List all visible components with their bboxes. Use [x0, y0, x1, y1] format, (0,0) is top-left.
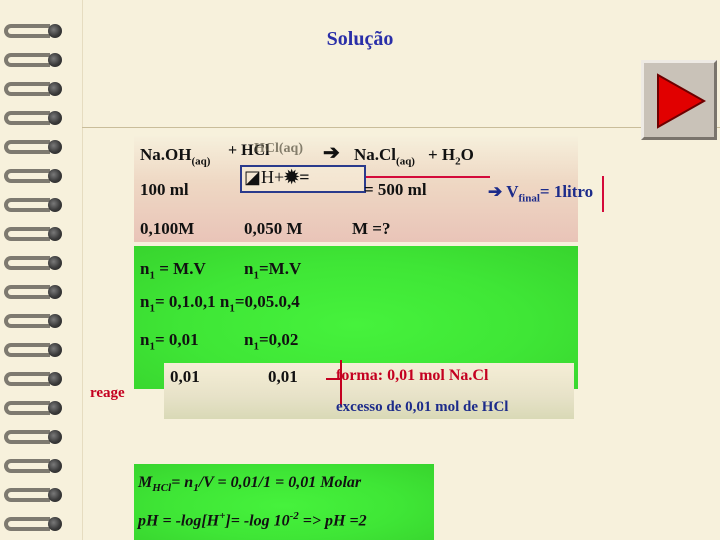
next-slide-button[interactable]	[641, 60, 717, 140]
spiral-ring	[4, 107, 70, 129]
spiral-hole	[48, 111, 62, 125]
spiral-ring	[4, 136, 70, 158]
reaction-arrow-icon: ➔	[323, 142, 340, 164]
spiral-ring	[4, 78, 70, 100]
reage-value-hcl: 0,01	[268, 367, 298, 386]
water-formula: + H2O	[428, 145, 474, 168]
spiral-hole	[48, 140, 62, 154]
slide-title: Solução	[326, 28, 394, 50]
spiral-hole	[48, 314, 62, 328]
spiral-hole	[48, 53, 62, 67]
spiral-wire	[4, 488, 50, 502]
spiral-hole	[48, 488, 62, 502]
gear-icon: ✹	[284, 167, 300, 187]
calc-row1-right: n1=M.V	[244, 259, 302, 282]
excesso-text: excesso de 0,01 mol de HCl	[336, 399, 509, 415]
spiral-ring	[4, 252, 70, 274]
spiral-hole	[48, 227, 62, 241]
spiral-hole	[48, 372, 62, 386]
spiral-wire	[4, 53, 50, 67]
calc-row2: n1= 0,1.0,1 n1=0,05.0,4	[140, 292, 300, 315]
spiral-hole	[48, 169, 62, 183]
reage-label: reage	[90, 385, 125, 401]
spiral-hole	[48, 401, 62, 415]
spiral-wire	[4, 401, 50, 415]
red-bracket-right	[602, 176, 604, 212]
volume-naoh: 100 ml	[140, 180, 189, 199]
spiral-wire	[4, 169, 50, 183]
spiral-ring	[4, 223, 70, 245]
ph-result: pH = -log[H+]= -log 10-2 => pH =2	[138, 510, 367, 530]
spiral-wire	[4, 314, 50, 328]
spiral-ring	[4, 426, 70, 448]
calc-row3-left: n1= 0,01	[140, 330, 199, 353]
spiral-ring	[4, 397, 70, 419]
spiral-wire	[4, 517, 50, 531]
spiral-wire	[4, 111, 50, 125]
spiral-ring	[4, 339, 70, 361]
spiral-hole	[48, 459, 62, 473]
molarity-naoh: 0,100M	[140, 219, 195, 238]
spiral-binding	[0, 0, 80, 540]
spiral-wire	[4, 227, 50, 241]
spiral-hole	[48, 343, 62, 357]
spiral-ring	[4, 165, 70, 187]
arrow-right-icon: ➔	[488, 182, 503, 201]
spiral-ring	[4, 194, 70, 216]
naoh-formula: Na.OH(aq)	[140, 145, 211, 168]
spiral-wire	[4, 285, 50, 299]
spiral-wire	[4, 256, 50, 270]
spiral-hole	[48, 517, 62, 531]
spiral-wire	[4, 198, 50, 212]
spiral-hole	[48, 285, 62, 299]
molarity-hcl: 0,050 M	[244, 219, 303, 238]
spiral-wire	[4, 430, 50, 444]
spiral-wire	[4, 459, 50, 473]
spiral-wire	[4, 140, 50, 154]
vfinal-label: ➔ Vfinal= 1litro	[488, 182, 594, 205]
molarity-final: M =?	[352, 219, 391, 238]
calc-row1-left: n1 = M.V	[140, 259, 206, 282]
spiral-hole	[48, 82, 62, 96]
red-bracket-top	[366, 176, 490, 178]
spiral-ring	[4, 484, 70, 506]
divider-line	[82, 127, 720, 128]
spiral-hole	[48, 256, 62, 270]
molarity-result: MHCl= n1/V = 0,01/1 = 0,01 Molar	[138, 474, 362, 495]
spiral-ring	[4, 281, 70, 303]
forma-text: forma: 0,01 mol Na.Cl	[336, 367, 489, 384]
play-triangle-icon	[657, 73, 707, 129]
spiral-hole	[48, 198, 62, 212]
spiral-wire	[4, 343, 50, 357]
spiral-wire	[4, 82, 50, 96]
checkbox-icon: ◪	[244, 167, 262, 187]
volume-hcl: = 500 ml	[364, 180, 427, 199]
hcl-garbled-label: HCl(aq)	[254, 141, 303, 156]
calc-row3-right: n1=0,02	[244, 330, 299, 353]
spiral-ring	[4, 368, 70, 390]
spiral-wire	[4, 372, 50, 386]
reage-value-naoh: 0,01	[170, 367, 200, 386]
spiral-ring	[4, 455, 70, 477]
hplus-overlay-text: ◪H+✹=	[244, 167, 310, 187]
spiral-ring	[4, 513, 70, 535]
spiral-ring	[4, 310, 70, 332]
spiral-hole	[48, 430, 62, 444]
spiral-ring	[4, 49, 70, 71]
